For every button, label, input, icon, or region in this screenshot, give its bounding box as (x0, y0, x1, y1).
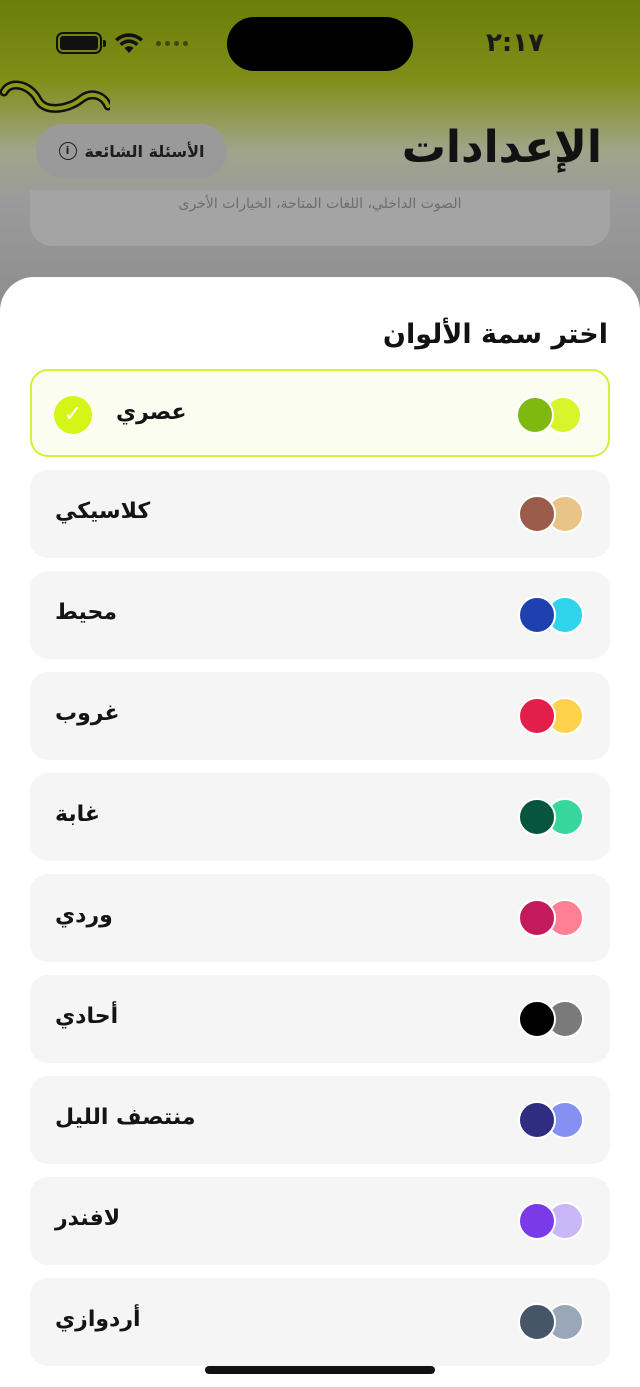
theme-name: عصري (116, 400, 187, 425)
theme-swatches (518, 596, 584, 634)
theme-swatches (518, 1202, 584, 1240)
theme-option[interactable]: غابة (30, 773, 610, 861)
primary-color-swatch (518, 1303, 556, 1341)
theme-option[interactable]: غروب (30, 672, 610, 760)
theme-swatches (518, 495, 584, 533)
sheet-title: اختر سمة الألوان (382, 319, 608, 350)
theme-swatches (518, 899, 584, 937)
background-settings-card: الصوت الداخلي، اللغات المتاحة، الخيارات … (30, 190, 610, 246)
theme-swatches (516, 396, 582, 434)
primary-color-swatch (516, 396, 554, 434)
theme-option[interactable]: أردوازي (30, 1278, 610, 1366)
primary-color-swatch (518, 495, 556, 533)
theme-option[interactable]: منتصف الليل (30, 1076, 610, 1164)
theme-name: محيط (55, 600, 118, 625)
theme-name: غروب (55, 701, 120, 726)
theme-option[interactable]: كلاسيكي (30, 470, 610, 558)
checkmark-icon: ✓ (54, 396, 92, 434)
background-card-text: الصوت الداخلي، اللغات المتاحة، الخيارات … (178, 196, 462, 212)
primary-color-swatch (518, 1000, 556, 1038)
dynamic-island (227, 17, 413, 71)
theme-option[interactable]: وردي (30, 874, 610, 962)
theme-option[interactable]: أحادي (30, 975, 610, 1063)
theme-name: وردي (55, 903, 113, 928)
theme-name: أحادي (55, 1004, 119, 1029)
cellular-signal-icon (156, 40, 188, 46)
theme-option[interactable]: لافندر (30, 1177, 610, 1265)
info-icon: i (58, 142, 77, 160)
theme-swatches (518, 697, 584, 735)
theme-swatches (518, 1000, 584, 1038)
home-indicator[interactable] (205, 1366, 435, 1374)
status-icons (56, 30, 188, 56)
primary-color-swatch (518, 697, 556, 735)
page-title: الإعدادات (401, 122, 602, 173)
theme-list: عصري ✓ كلاسيكي محيط غروب غابة وردي أحادي منتصف ا… (30, 369, 610, 1366)
theme-swatches (518, 798, 584, 836)
faq-button[interactable]: الأسئلة الشائعة i (36, 124, 227, 178)
primary-color-swatch (518, 798, 556, 836)
faq-button-label: الأسئلة الشائعة (84, 141, 205, 161)
theme-name: كلاسيكي (55, 499, 151, 524)
battery-icon (56, 32, 106, 54)
status-bar: ٢:١٧ (0, 0, 640, 90)
theme-option[interactable]: عصري ✓ (30, 369, 610, 457)
wifi-icon (115, 33, 143, 53)
primary-color-swatch (518, 596, 556, 634)
theme-option[interactable]: محيط (30, 571, 610, 659)
theme-swatches (518, 1101, 584, 1139)
theme-name: منتصف الليل (55, 1105, 196, 1130)
theme-name: غابة (55, 802, 100, 827)
primary-color-swatch (518, 1202, 556, 1240)
theme-name: أردوازي (55, 1307, 141, 1332)
color-theme-sheet: اختر سمة الألوان عصري ✓ كلاسيكي محيط غروب غاب… (0, 277, 640, 1387)
theme-swatches (518, 1303, 584, 1341)
status-time: ٢:١٧ (485, 28, 544, 58)
primary-color-swatch (518, 899, 556, 937)
theme-name: لافندر (55, 1206, 121, 1231)
primary-color-swatch (518, 1101, 556, 1139)
